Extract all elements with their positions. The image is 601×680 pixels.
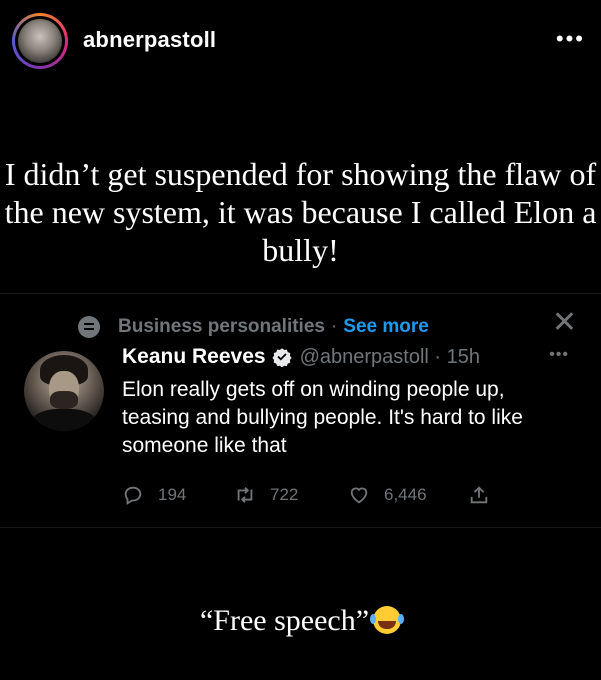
laughing-emoji-icon — [370, 606, 402, 634]
embedded-tweet: Business personalities · See more ✕ Kean… — [0, 293, 601, 528]
author-handle[interactable]: @abnerpastoll · 15h — [300, 346, 480, 369]
retweet-icon — [237, 487, 253, 503]
tweet-avatar[interactable] — [24, 351, 104, 431]
username[interactable]: abnerpastoll — [83, 27, 216, 53]
footer-caption: “Free speech” — [0, 604, 601, 638]
like-count: 6,446 — [384, 485, 427, 504]
post-header: abnerpastoll ••• — [0, 0, 601, 88]
footer-caption-text: “Free speech” — [199, 604, 370, 637]
tweet-author-row: Keanu Reeves @abnerpastoll · 15h — [122, 344, 480, 370]
post-caption: I didn’t get suspended for showing the f… — [4, 156, 597, 268]
tweet-more-icon[interactable]: ••• — [549, 346, 569, 364]
retweet-action[interactable]: 722 — [234, 484, 348, 506]
reply-icon — [124, 486, 142, 505]
topic-row: Business personalities · See more — [78, 314, 429, 340]
reply-action[interactable]: 194 — [122, 484, 234, 506]
topic-icon — [78, 316, 100, 338]
tweet-text: Elon really gets off on winding people u… — [122, 378, 523, 457]
separator: · — [330, 316, 338, 337]
like-action[interactable]: 6,446 — [348, 484, 468, 506]
heart-icon — [350, 487, 368, 504]
story-avatar[interactable] — [12, 13, 68, 69]
retweet-count: 722 — [270, 485, 299, 504]
author-name[interactable]: Keanu Reeves — [122, 345, 266, 369]
verified-badge-icon — [271, 348, 292, 367]
more-horizontal-icon[interactable]: ••• — [556, 26, 585, 52]
tweet-actions: 194 722 6,446 — [122, 482, 504, 508]
topic-label: Business personalities — [118, 316, 325, 337]
profile-photo — [18, 19, 62, 63]
reply-count: 194 — [158, 485, 187, 504]
see-more-link[interactable]: See more — [343, 316, 429, 338]
share-action[interactable] — [468, 484, 504, 506]
close-icon[interactable]: ✕ — [552, 308, 577, 338]
share-icon — [470, 486, 488, 504]
